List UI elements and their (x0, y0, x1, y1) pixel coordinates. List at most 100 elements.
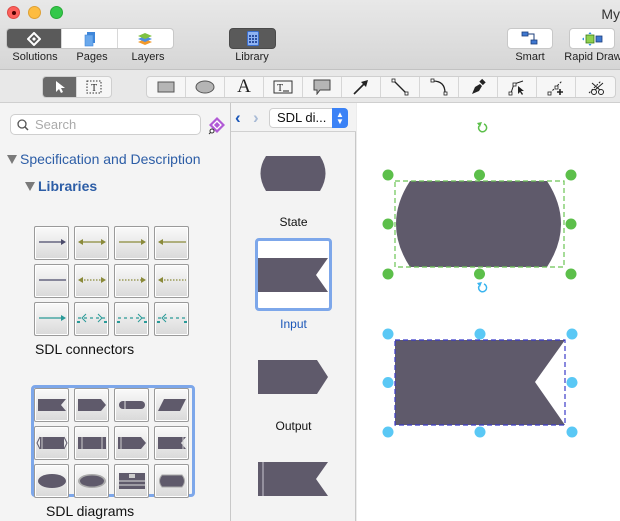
state-handle-bottom[interactable] (474, 268, 485, 280)
window-title: My (601, 6, 620, 22)
connector-item-dotted-arrow-right[interactable] (114, 264, 149, 298)
arrow-tool[interactable] (342, 77, 381, 97)
dotted-arrow-right-icon (118, 277, 146, 283)
text-block-icon (118, 473, 145, 489)
svg-text:T: T (277, 83, 283, 94)
drawing-canvas[interactable] (357, 103, 620, 521)
sdl-diagrams-library[interactable] (34, 388, 190, 498)
text-select-tool[interactable]: T (77, 77, 111, 97)
ellipse-tool[interactable] (186, 77, 225, 97)
diagram-item-input-alt[interactable] (154, 426, 189, 460)
scissors-tool[interactable] (576, 77, 615, 97)
input-handle-left[interactable] (382, 377, 394, 388)
input-handle-right[interactable] (566, 377, 578, 388)
connector-item-dotted-double-arrow[interactable] (74, 264, 109, 298)
pages-icon (84, 31, 95, 46)
pages-button[interactable] (62, 29, 118, 48)
smart-button[interactable] (507, 28, 553, 49)
tree-solution-item[interactable]: Specification and Description (7, 151, 201, 167)
state-rotation-handle[interactable] (477, 122, 488, 133)
canvas-input-shape[interactable] (394, 339, 566, 426)
connector-item-teal-dashed-right[interactable] (114, 302, 149, 336)
library-button[interactable] (229, 28, 276, 49)
diagram-item-procedure[interactable] (34, 426, 69, 460)
state-shape-preview[interactable] (260, 156, 326, 191)
input-handle-top[interactable] (474, 328, 486, 340)
arc-icon (430, 78, 448, 96)
shape-label-state: State (279, 215, 308, 229)
input-handle-bottom-left[interactable] (382, 426, 394, 438)
connector-item-solid-arrow-right[interactable] (34, 226, 69, 260)
connector-item-arrow-right[interactable] (114, 226, 149, 260)
text-tool[interactable]: A (225, 77, 264, 97)
input-alt-shape-preview[interactable] (258, 462, 328, 496)
title-bar: My Solutions Pages Layers Library Smart … (0, 0, 620, 70)
search-input[interactable] (35, 117, 195, 132)
double-ellipse-icon (77, 474, 106, 488)
solutions-button[interactable] (7, 29, 63, 48)
add-point-icon (547, 80, 563, 96)
connector-item-double-arrow[interactable] (74, 226, 109, 260)
state-handle-left[interactable] (382, 218, 394, 230)
connector-item-teal-dashed-double[interactable] (74, 302, 109, 336)
diagram-item-output-alt[interactable] (114, 426, 149, 460)
input-handle-bottom[interactable] (474, 426, 486, 438)
input-shape-preview[interactable] (258, 258, 328, 292)
tree-libraries-item[interactable]: Libraries (25, 178, 97, 194)
diagram-item-state[interactable] (154, 464, 189, 498)
connector-item-dotted-arrow-left[interactable] (154, 264, 189, 298)
connector-item-arrow-left[interactable] (154, 226, 189, 260)
disclosure-triangle-icon[interactable] (7, 154, 17, 164)
diagram-item-input[interactable] (34, 388, 69, 422)
input-alt-icon (157, 437, 186, 449)
pen-tool[interactable] (459, 77, 498, 97)
input-handle-top-left[interactable] (382, 328, 394, 340)
diagram-item-output[interactable] (74, 388, 109, 422)
state-handle-bottom-right[interactable] (565, 268, 577, 280)
layers-label: Layers (131, 51, 165, 63)
state-handle-bottom-left[interactable] (382, 268, 394, 280)
diagram-item-terminator[interactable] (114, 388, 149, 422)
input-handle-top-right[interactable] (566, 328, 578, 340)
search-field[interactable] (10, 114, 201, 135)
direct-select-tool[interactable] (498, 77, 537, 97)
library-sidebar: Specification and Description Libraries … (0, 103, 231, 521)
maximize-window-button[interactable] (50, 6, 63, 19)
state-handle-right[interactable] (565, 218, 577, 230)
libraries-label: Libraries (38, 178, 98, 194)
connector-item-plain-line[interactable] (34, 264, 69, 298)
canvas-state-shape[interactable] (394, 180, 565, 268)
text-frame-icon: T (86, 80, 102, 94)
sdl-connectors-library[interactable] (34, 226, 190, 336)
solutions-label: Solutions (12, 51, 58, 63)
diagram-item-text-block[interactable] (114, 464, 149, 498)
diagram-item-parallelogram[interactable] (154, 388, 189, 422)
diagram-item-ellipse[interactable] (34, 464, 69, 498)
close-window-button[interactable] (7, 6, 20, 19)
state-handle-top-right[interactable] (565, 169, 577, 181)
diagram-item-process[interactable] (74, 426, 109, 460)
arrow-left-icon (157, 239, 186, 245)
input-handle-bottom-right[interactable] (566, 426, 578, 438)
layers-button[interactable] (118, 29, 173, 48)
diagram-item-double-ellipse[interactable] (74, 464, 109, 498)
arc-tool[interactable] (420, 77, 459, 97)
output-shape-preview[interactable] (258, 360, 328, 394)
library-browse-icon[interactable] (207, 115, 227, 135)
add-point-tool[interactable] (537, 77, 576, 97)
callout-tool[interactable] (303, 77, 342, 97)
process-icon (77, 437, 106, 449)
dotted-arrow-left-icon (157, 277, 186, 283)
connector-item-teal-arrow-right[interactable] (34, 302, 69, 336)
rectangle-tool[interactable] (147, 77, 186, 97)
select-tool[interactable] (43, 77, 77, 97)
minimize-window-button[interactable] (28, 6, 41, 19)
state-handle-top-left[interactable] (382, 169, 394, 181)
text-block-tool[interactable]: T (264, 77, 303, 97)
disclosure-triangle-icon[interactable] (25, 181, 35, 191)
state-handle-top[interactable] (474, 169, 485, 181)
state-rotation-handle-bottom[interactable] (477, 282, 488, 293)
line-tool[interactable] (381, 77, 420, 97)
rapid-draw-button[interactable] (569, 28, 615, 49)
connector-item-teal-dashed-left[interactable] (154, 302, 189, 336)
